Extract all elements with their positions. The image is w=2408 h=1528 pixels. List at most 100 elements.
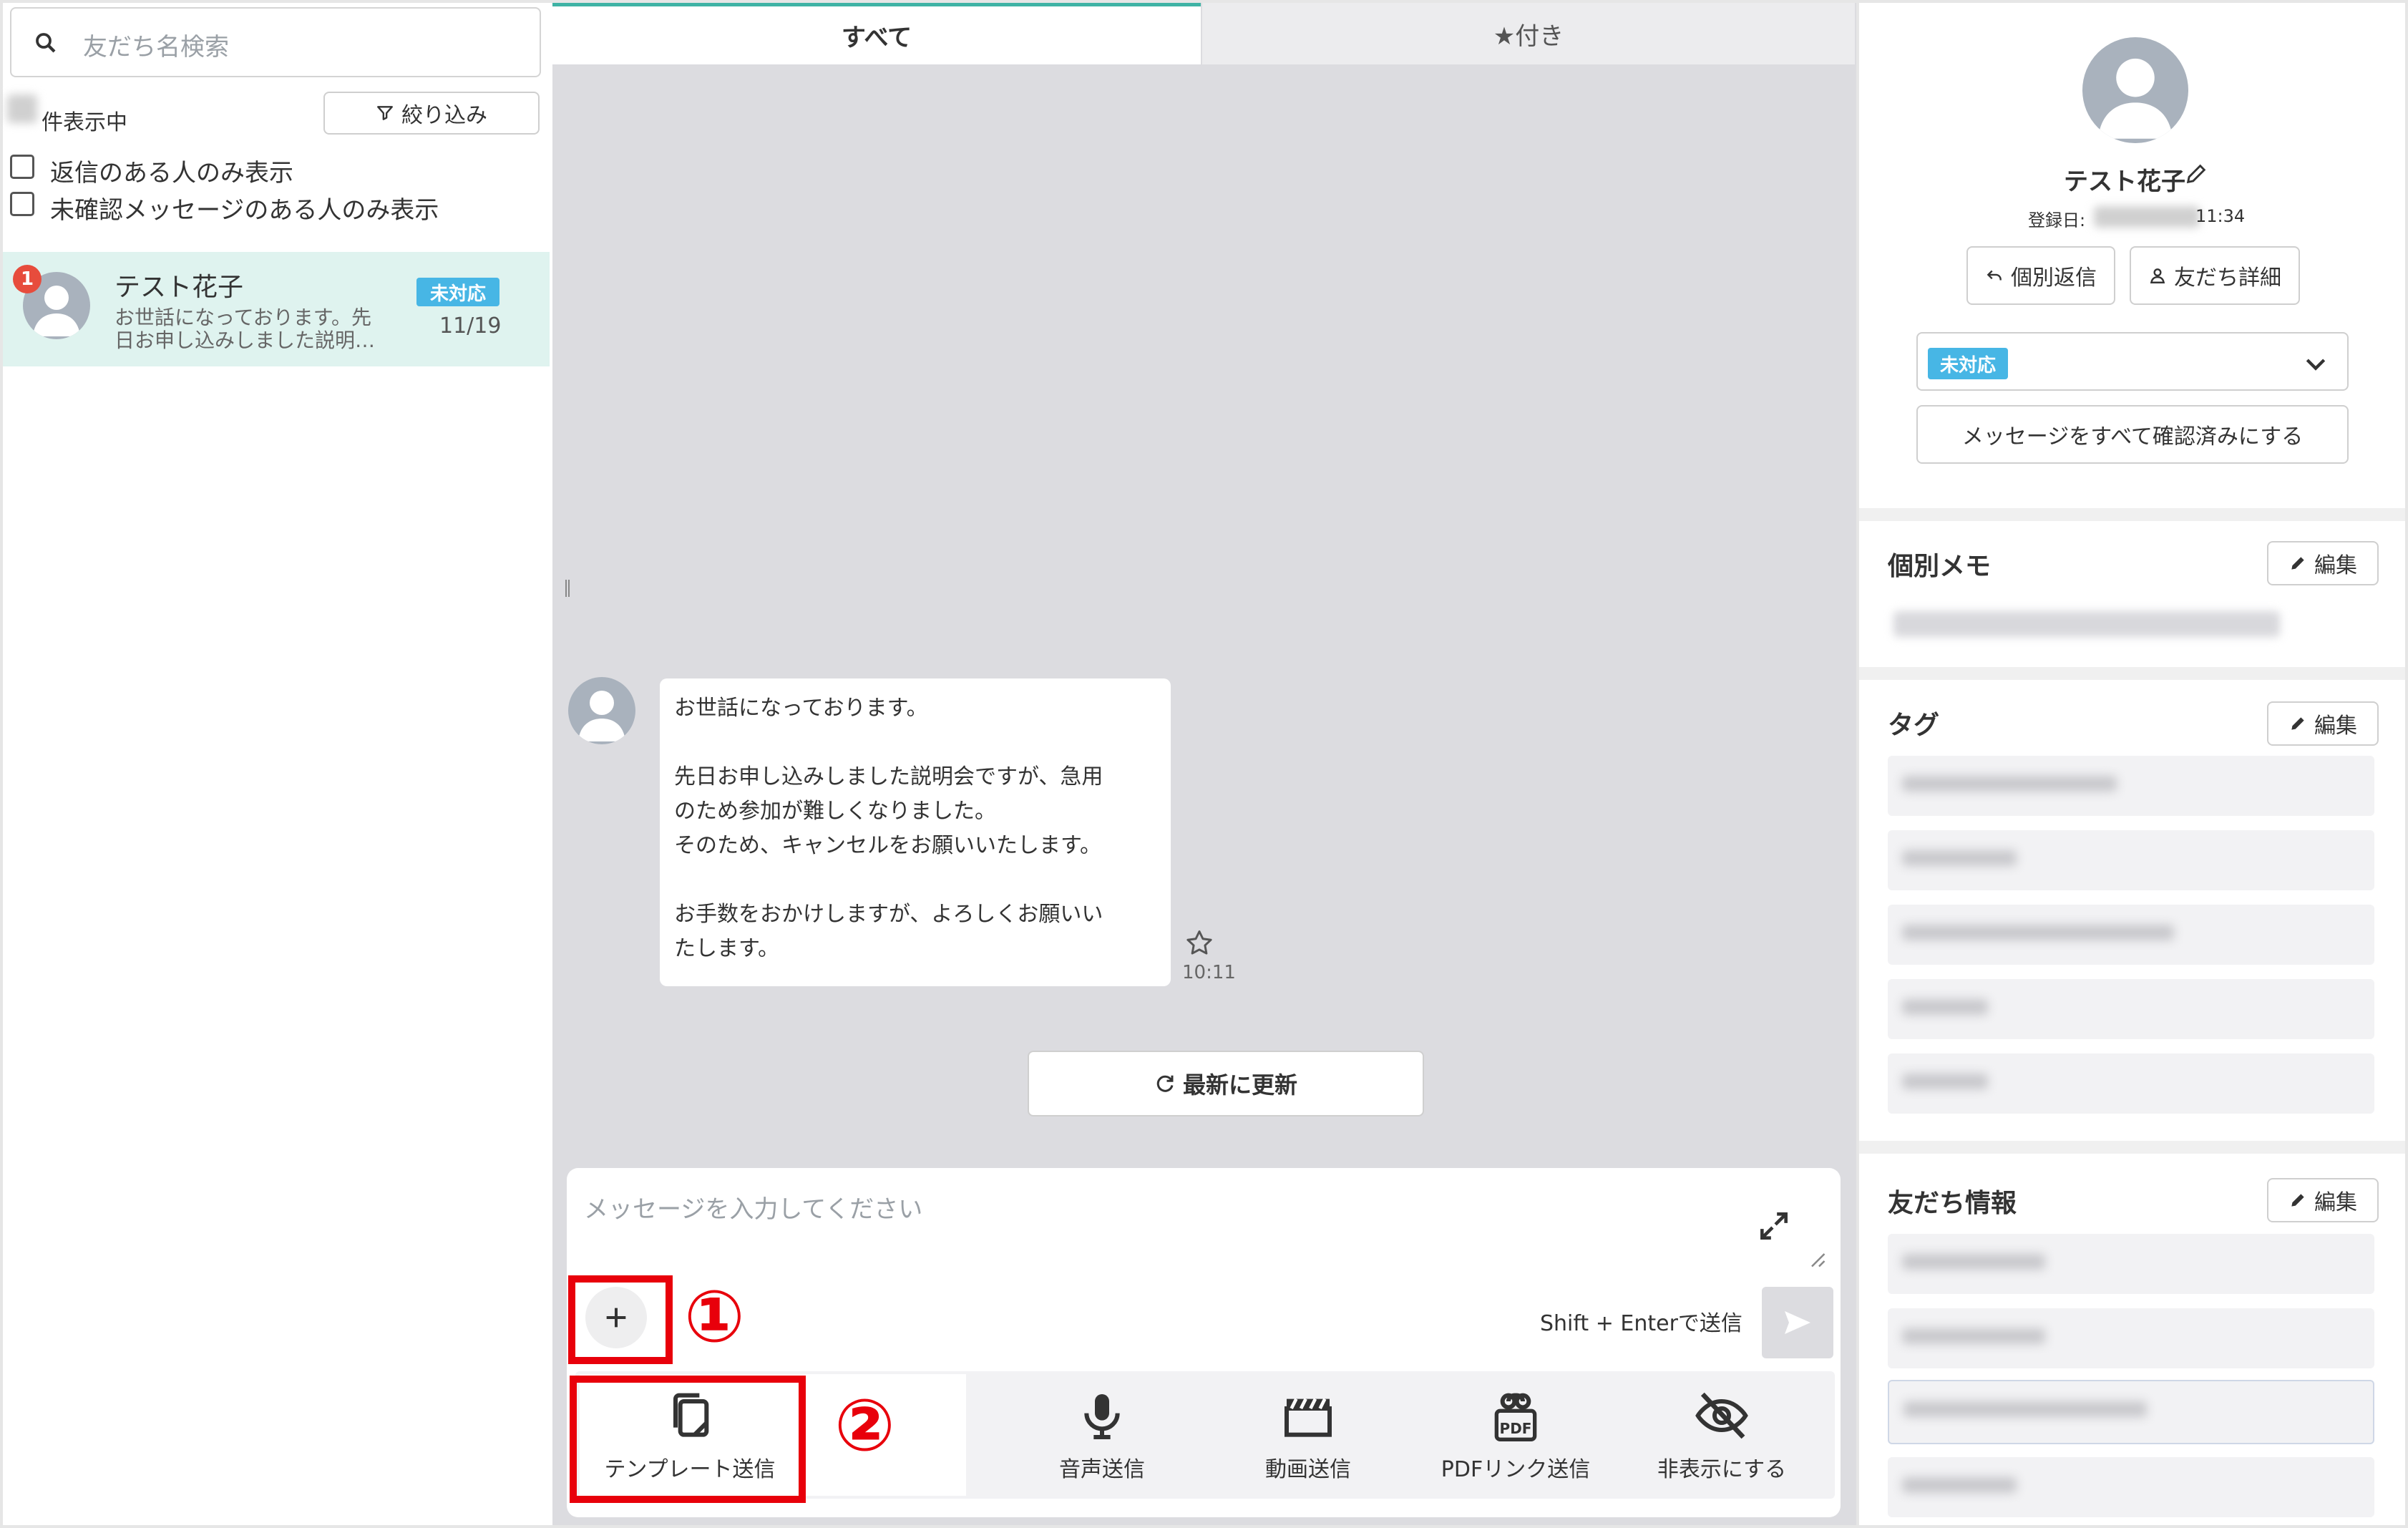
individual-reply-button[interactable]: 個別返信 [1966,246,2115,305]
registered-label: 登録日: [2028,210,2086,230]
message-sender-avatar [568,677,635,744]
friend-detail-label: 友だち詳細 [2174,266,2281,291]
friend-list-item[interactable]: 1 テスト花子 お世話になっております。先 日お申し込みしました説明… 未対応 … [3,252,550,366]
chat-panel: すべて ★付き お世話になっております。 先日お申し込みしました説明会ですが、急… [552,3,1856,1525]
annotation-box-2 [570,1376,806,1503]
resize-grip-icon[interactable] [1805,1247,1826,1268]
resize-handle[interactable] [565,580,570,597]
message-time: 10:11 [1182,962,1236,983]
friend-info-folder-row[interactable] [1888,1457,2374,1517]
reply-icon [1987,270,2002,281]
video-send-label: 動画送信 [1265,1457,1351,1482]
tab-starred[interactable]: ★付き [1202,3,1855,64]
replied-only-checkbox[interactable] [10,155,34,179]
friend-date: 11/19 [439,313,502,339]
message-line: のため参加が難しくなりました。 [674,799,996,824]
message-line: お世話になっております。 [674,696,928,721]
message-input[interactable]: メッセージを入力してください [584,1189,922,1225]
tag-folder-row[interactable] [1888,979,2374,1039]
friend-info-edit-label: 編集 [2314,1190,2357,1215]
expand-icon[interactable] [1756,1208,1792,1244]
hide-label: 非表示にする [1657,1457,1787,1482]
annotation-number-2: ② [834,1383,895,1467]
user-avatar-icon [578,691,625,741]
message-line: そのため、キャンセルをお願いいたします。 [674,833,1101,858]
message-line [674,726,1156,760]
count-label: 件表示中 [42,110,127,135]
message-line: お手数をおかけしますが、よろしくお願いい [674,902,1103,927]
memo-edit-label: 編集 [2314,553,2357,578]
pdf-link-send-tool[interactable]: PDF PDFリンク送信 [1408,1380,1623,1493]
tag-folder-row[interactable] [1888,1053,2374,1114]
filter-button[interactable]: 絞り込み [323,92,540,135]
tag-folder-row[interactable] [1888,756,2374,816]
friend-info-folder-row[interactable] [1888,1234,2374,1294]
pencil-icon [2291,1194,2304,1207]
tab-all[interactable]: すべて [552,3,1201,64]
filter-icon [377,106,393,120]
section-separator [1859,667,2405,680]
eye-off-icon [1695,1392,1748,1439]
hide-tool[interactable]: 非表示にする [1614,1380,1829,1493]
pencil-icon [2291,557,2304,570]
search-placeholder: 友だち名検索 [83,33,229,62]
unread-only-checkbox[interactable] [10,192,34,216]
friend-name: テスト花子 [114,273,244,302]
memo-section-title: 個別メモ [1888,552,1992,581]
mark-all-read-button[interactable]: メッセージをすべて確認済みにする [1916,405,2349,464]
profile-avatar [2082,37,2188,143]
send-icon [1785,1311,1810,1334]
status-select-value: 未対応 [1928,348,2008,379]
friend-search-input[interactable]: 友だち名検索 [10,7,541,77]
friend-info-edit-button[interactable]: 編集 [2267,1178,2379,1222]
registered-time: 11:34 [2195,206,2246,226]
video-send-tool[interactable]: 動画送信 [1201,1380,1415,1493]
svg-text:PDF: PDF [1500,1420,1532,1437]
refresh-icon [1156,1075,1174,1092]
chevron-down-icon [2306,359,2326,371]
search-icon [36,33,56,53]
registered-date-blurred [2094,206,2200,228]
user-icon [2150,268,2165,283]
pencil-icon[interactable] [2184,162,2208,186]
message-line: たします。 [674,936,779,961]
video-icon [1285,1398,1332,1437]
tag-edit-label: 編集 [2314,714,2357,739]
unread-count-badge: 1 [13,265,42,293]
tag-edit-button[interactable]: 編集 [2267,701,2379,746]
tag-folder-row[interactable] [1888,905,2374,965]
replied-only-label: 返信のある人のみ表示 [50,159,293,188]
mark-all-read-label: メッセージをすべて確認済みにする [1961,424,2304,449]
profile-name: テスト花子 [2064,167,2185,196]
user-avatar-icon [2098,58,2173,139]
count-value-blurred [7,94,37,123]
friend-info-folder-row[interactable] [1888,1380,2374,1444]
tag-folder-row[interactable] [1888,830,2374,890]
friend-info-section-title: 友だち情報 [1888,1189,2017,1218]
status-badge: 未対応 [416,278,499,306]
status-select[interactable]: 未対応 [1916,332,2349,391]
message-line: 先日お申し込みしました説明会ですが、急用 [674,764,1103,789]
send-button[interactable] [1762,1287,1833,1358]
annotation-box-1 [568,1275,673,1364]
message-line [674,863,1156,897]
memo-content-blurred [1893,611,2280,637]
individual-reply-label: 個別返信 [2011,266,2097,291]
message-composer: メッセージを入力してください ① Shift + Enterで送信 テンプレート… [567,1168,1841,1517]
voice-send-tool[interactable]: 音声送信 [995,1380,1209,1493]
section-separator [1859,1141,2405,1154]
refresh-button[interactable]: 最新に更新 [1028,1051,1424,1116]
refresh-button-label: 最新に更新 [1182,1071,1297,1099]
star-icon[interactable] [1184,928,1215,959]
voice-send-label: 音声送信 [1059,1457,1145,1482]
pdf-link-send-label: PDFリンク送信 [1441,1457,1591,1482]
memo-edit-button[interactable]: 編集 [2267,541,2379,585]
unread-only-label: 未確認メッセージのある人のみ表示 [50,196,439,225]
message-bubble: お世話になっております。 先日お申し込みしました説明会ですが、急用 のため参加が… [660,678,1171,986]
friend-detail-button[interactable]: 友だち詳細 [2130,246,2300,305]
pdf-link-icon: PDF [1494,1393,1537,1441]
friend-list-panel: 友だち名検索 件表示中 絞り込み 返信のある人のみ表示 未確認メッセージのある人… [3,3,552,1525]
friend-info-folder-row[interactable] [1888,1308,2374,1368]
friend-detail-panel: テスト花子 登録日: 11:34 個別返信 友だち詳細 未対応 メッセージをすべ… [1859,3,2405,1525]
send-hint: Shift + Enterで送信 [1540,1311,1742,1336]
